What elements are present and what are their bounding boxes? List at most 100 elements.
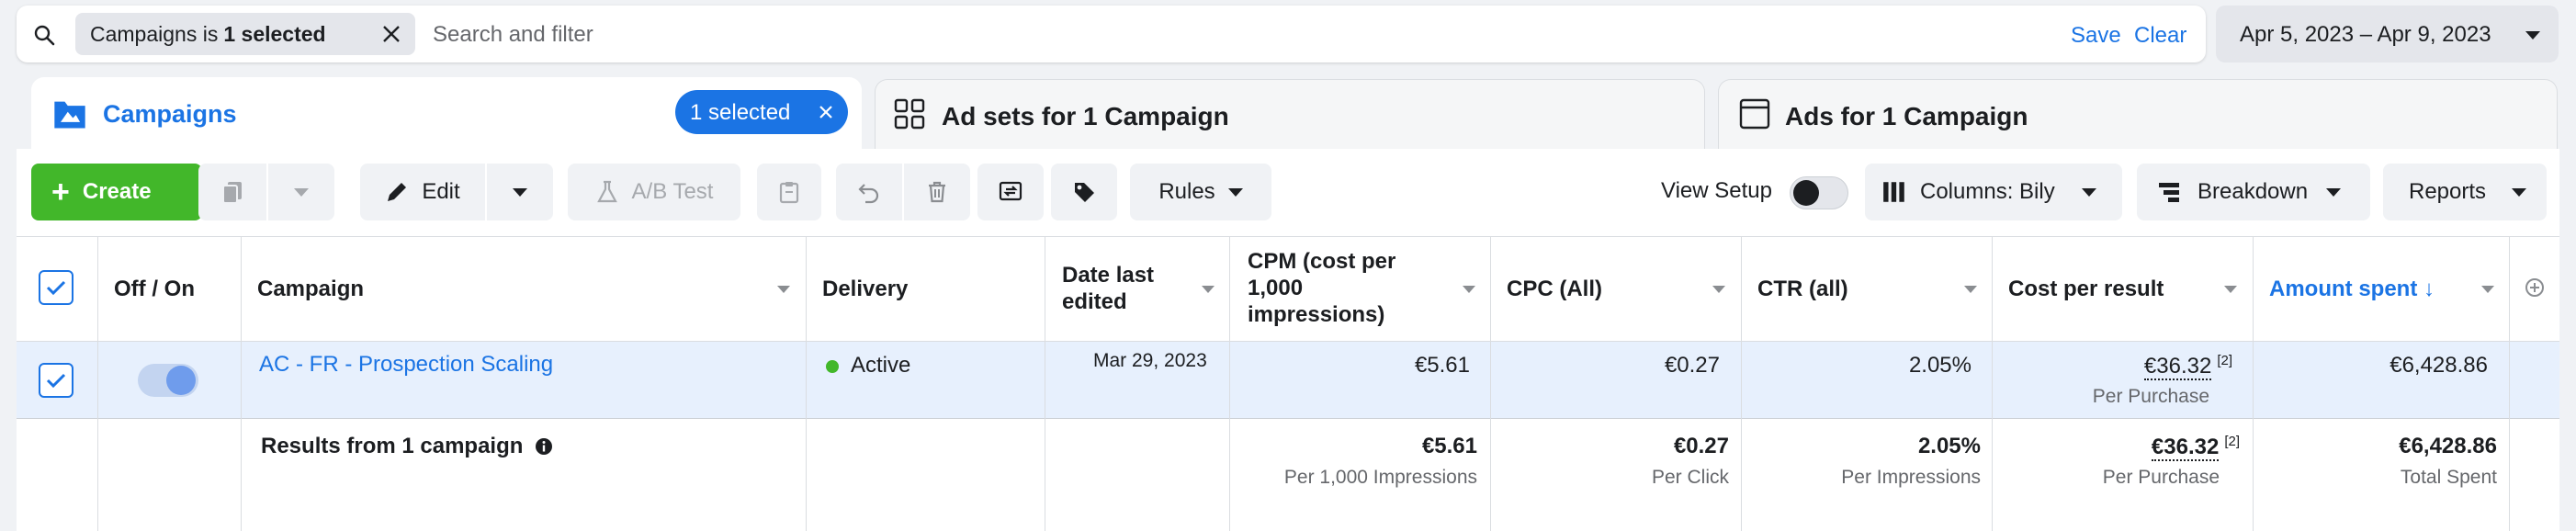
- search-input[interactable]: Search and filter: [433, 22, 593, 48]
- columns-icon: [1883, 182, 1904, 202]
- chevron-down-icon: [2525, 31, 2540, 40]
- trash-icon: [929, 181, 945, 203]
- tab-ads-label: Ads for 1 Campaign: [1785, 102, 2028, 130]
- duplicate-button[interactable]: [198, 164, 266, 220]
- chevron-down-icon: [2082, 188, 2096, 197]
- ab-test-button[interactable]: A/B Test: [568, 164, 740, 220]
- select-all-checkbox[interactable]: [39, 270, 73, 305]
- column-divider: [1490, 236, 1491, 531]
- ad-frame-icon: [1739, 98, 1770, 130]
- rules-label: Rules: [1158, 179, 1215, 204]
- header-cpm-line2: 1,000: [1248, 276, 1304, 300]
- reports-button[interactable]: Reports: [2383, 164, 2547, 220]
- header-date-line1: Date last: [1062, 263, 1155, 288]
- header-cpc[interactable]: CPC (All): [1507, 276, 1602, 302]
- amount-spent-value: €6,428.86: [2390, 353, 2488, 378]
- search-icon: [34, 25, 55, 46]
- breakdown-button[interactable]: Breakdown: [2137, 164, 2370, 220]
- view-setup-toggle[interactable]: [1790, 176, 1848, 209]
- tab-ads[interactable]: Ads for 1 Campaign: [1718, 79, 2558, 149]
- save-filter-link[interactable]: Save: [2071, 23, 2121, 49]
- header-cpm-line3: impressions): [1248, 302, 1385, 327]
- chevron-down-icon[interactable]: [1202, 286, 1215, 293]
- clipboard-icon: [779, 182, 799, 204]
- close-icon[interactable]: [819, 105, 833, 119]
- header-campaign[interactable]: Campaign: [257, 276, 364, 302]
- selected-count-pill[interactable]: 1 selected: [675, 90, 848, 134]
- chevron-down-icon[interactable]: [1964, 286, 1977, 293]
- tag-button[interactable]: [1051, 164, 1117, 220]
- edit-button[interactable]: Edit: [360, 164, 485, 220]
- duplicate-icon: [222, 182, 242, 204]
- chevron-down-icon[interactable]: [1712, 286, 1725, 293]
- date-range-picker[interactable]: Apr 5, 2023 – Apr 9, 2023: [2216, 6, 2559, 62]
- duplicate-dropdown[interactable]: [268, 164, 334, 220]
- results-summary-label: Results from 1 campaign: [261, 434, 553, 459]
- summary-ctr-sub: Per Impressions: [1841, 467, 1981, 488]
- column-divider: [1229, 236, 1230, 531]
- create-button[interactable]: + Create: [31, 164, 202, 220]
- info-icon[interactable]: [535, 437, 553, 456]
- chevron-down-icon: [294, 187, 309, 197]
- summary-cost-footnote: [2]: [2224, 434, 2240, 449]
- edit-dropdown[interactable]: [487, 164, 553, 220]
- checkmark-icon: [46, 280, 66, 296]
- chevron-down-icon: [513, 187, 527, 197]
- column-divider: [241, 236, 242, 531]
- date-last-edited: Mar 29, 2023: [1093, 350, 1207, 371]
- cost-per-result-value: €36.32 [2]: [2021, 353, 2232, 380]
- checkmark-icon: [46, 373, 66, 389]
- column-divider: [2253, 236, 2254, 531]
- cpm-value: €5.61: [1414, 353, 1470, 378]
- chevron-down-icon[interactable]: [1463, 286, 1475, 293]
- ab-test-label: A/B Test: [631, 179, 714, 204]
- header-delivery[interactable]: Delivery: [822, 276, 908, 302]
- header-cost-per-result[interactable]: Cost per result: [2008, 276, 2164, 302]
- reports-label: Reports: [2409, 179, 2487, 204]
- header-date-last-edited[interactable]: Date last edited: [1062, 262, 1154, 315]
- columns-button[interactable]: Columns: Bily: [1865, 164, 2122, 220]
- column-divider: [806, 236, 807, 531]
- header-date-line2: edited: [1062, 289, 1127, 314]
- delete-button[interactable]: [904, 164, 970, 220]
- export-button[interactable]: [977, 164, 1044, 220]
- filter-chip[interactable]: Campaigns is 1 selected: [75, 13, 415, 55]
- tab-campaigns-label: Campaigns: [103, 100, 237, 128]
- campaign-on-off-toggle[interactable]: [138, 364, 198, 397]
- clipboard-button[interactable]: [757, 164, 821, 220]
- chevron-down-icon: [1227, 187, 1243, 197]
- cost-per-result-amount[interactable]: €36.32: [2143, 354, 2212, 380]
- summary-cost-per-result: €36.32 [2]: [2021, 434, 2240, 461]
- search-filter-bar[interactable]: Campaigns is 1 selected Search and filte…: [17, 6, 2206, 62]
- undo-button[interactable]: [836, 164, 902, 220]
- summary-ctr: 2.05%: [1917, 434, 1981, 458]
- header-amount-spent[interactable]: Amount spent ↓: [2269, 276, 2435, 302]
- chevron-down-icon[interactable]: [2481, 286, 2494, 293]
- chevron-down-icon[interactable]: [2224, 286, 2237, 293]
- edit-button-label: Edit: [422, 179, 460, 204]
- summary-amount-sub: Total Spent: [2400, 467, 2497, 488]
- header-ctr[interactable]: CTR (all): [1757, 276, 1848, 302]
- tab-campaigns[interactable]: Campaigns 1 selected: [31, 77, 862, 160]
- summary-amount-spent: €6,428.86: [2399, 434, 2497, 458]
- summary-cpc-sub: Per Click: [1651, 467, 1729, 488]
- create-button-label: Create: [82, 179, 152, 204]
- ctr-value: 2.05%: [1908, 353, 1972, 378]
- close-icon[interactable]: [380, 23, 402, 45]
- delivery-status: Active: [851, 353, 911, 378]
- tab-ad-sets[interactable]: Ad sets for 1 Campaign: [875, 79, 1705, 149]
- header-cpm[interactable]: CPM (cost per 1,000 impressions): [1248, 248, 1395, 328]
- summary-cost-amount[interactable]: €36.32: [2151, 435, 2220, 461]
- toggle-knob: [1793, 180, 1819, 206]
- chevron-down-icon: [2512, 188, 2526, 197]
- chevron-down-icon[interactable]: [777, 286, 790, 293]
- pencil-icon: [388, 183, 407, 201]
- header-off-on[interactable]: Off / On: [114, 276, 195, 302]
- row-checkbox[interactable]: [39, 363, 73, 398]
- breakdown-icon: [2159, 183, 2179, 202]
- campaign-name-link[interactable]: AC - FR - Prospection Scaling: [259, 352, 553, 378]
- add-column-icon[interactable]: [2525, 277, 2545, 298]
- rules-button[interactable]: Rules: [1130, 164, 1271, 220]
- clear-filter-link[interactable]: Clear: [2134, 23, 2186, 49]
- tab-ad-sets-label: Ad sets for 1 Campaign: [942, 102, 1229, 130]
